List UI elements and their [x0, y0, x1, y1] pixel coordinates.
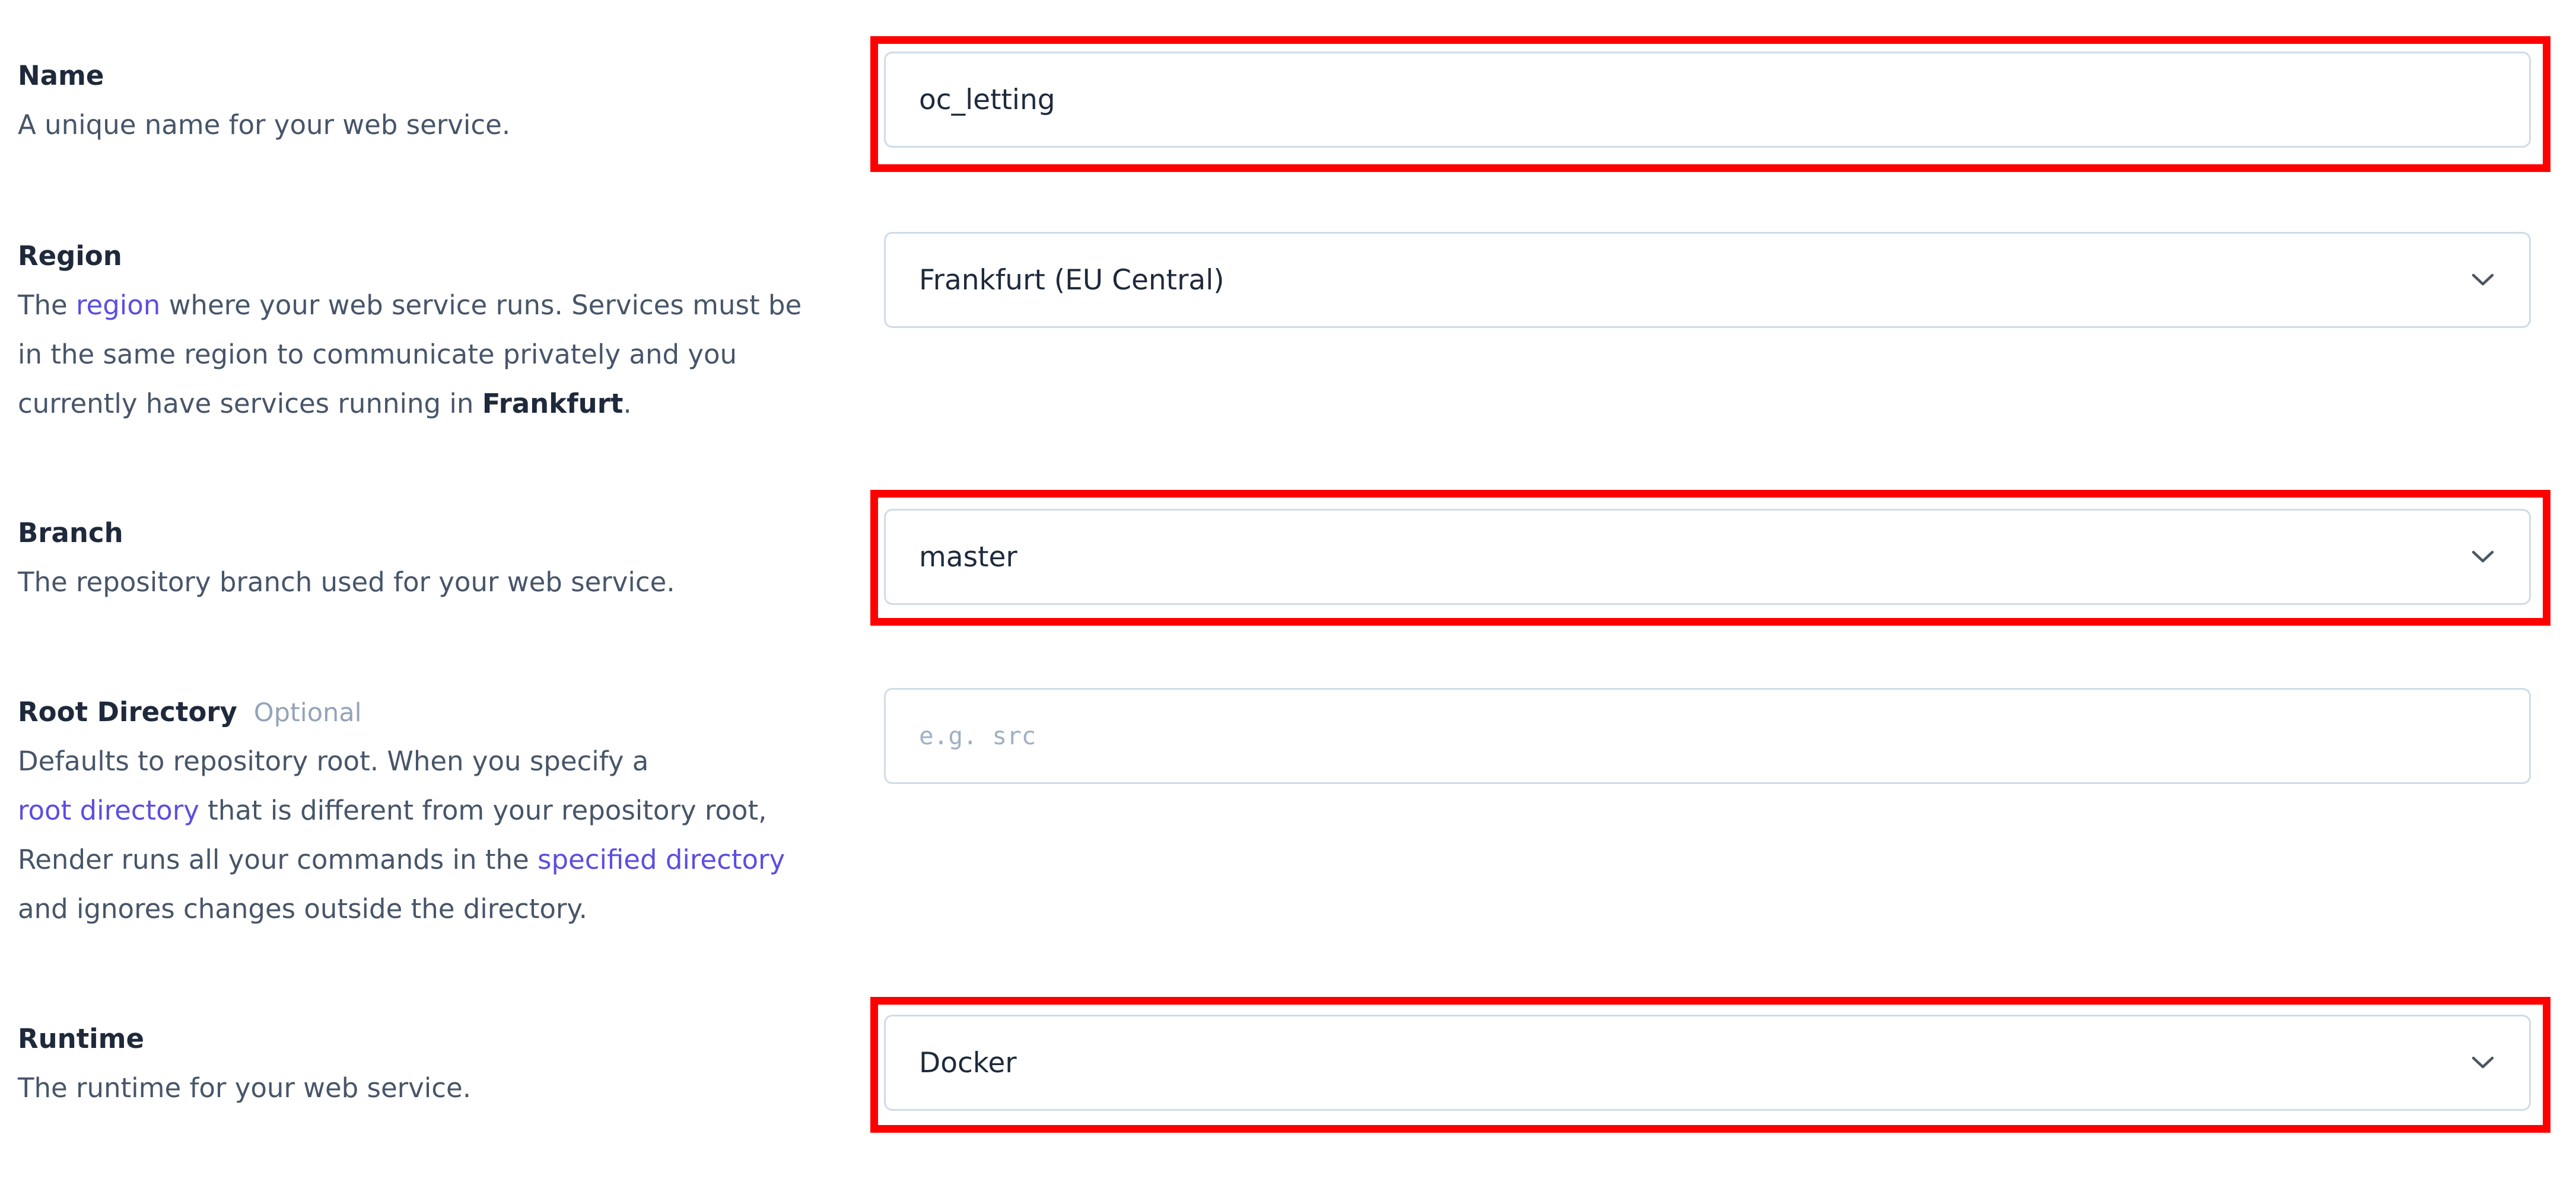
branch-selected-value: master [919, 540, 1017, 573]
chevron-down-icon [2470, 267, 2496, 293]
root-directory-description-line-4: and ignores changes outside the director… [18, 893, 587, 925]
region-description-line-2: in the same region to communicate privat… [18, 339, 737, 370]
specified-directory-link[interactable]: specified directory [538, 844, 785, 875]
region-desc-line3-suffix: . [623, 388, 632, 419]
root-directory-description-line-3: Render runs all your commands in the spe… [18, 835, 813, 884]
root-directory-description-line-1: Defaults to repository root. When you sp… [18, 745, 649, 777]
region-desc-rest: where your web service runs. Services mu… [160, 289, 802, 321]
region-desc-line3-prefix: currently have services running in [18, 388, 482, 419]
region-description-line-1: The region where your web service runs. … [18, 281, 813, 330]
runtime-title: Runtime [18, 1023, 145, 1054]
root-directory-title-text: Root Directory [18, 696, 237, 728]
name-label-group: Name A unique name for your web service. [18, 52, 813, 149]
chevron-down-icon [2470, 1050, 2496, 1076]
region-current-name: Frankfurt [482, 388, 624, 419]
branch-title: Branch [18, 517, 123, 549]
region-link[interactable]: region [76, 289, 160, 321]
name-input[interactable] [884, 52, 2531, 148]
region-select[interactable]: Frankfurt (EU Central) [884, 232, 2531, 328]
name-description: A unique name for your web service. [18, 109, 511, 141]
root-directory-desc-line3-prefix: Render runs all your commands in the [18, 844, 538, 875]
chevron-down-icon [2470, 544, 2496, 570]
root-directory-desc-line2-rest: that is different from your repository r… [199, 795, 767, 826]
region-selected-value: Frankfurt (EU Central) [919, 263, 1225, 297]
branch-label-group: Branch The repository branch used for yo… [18, 509, 813, 607]
runtime-label-group: Runtime The runtime for your web service… [18, 1015, 813, 1113]
root-directory-input-field[interactable] [919, 722, 2496, 750]
root-directory-title: Root Directory Optional [18, 688, 813, 737]
runtime-description: The runtime for your web service. [18, 1072, 472, 1104]
root-directory-input[interactable] [884, 688, 2531, 784]
region-desc-prefix: The [18, 289, 76, 321]
branch-description: The repository branch used for your web … [18, 566, 675, 598]
runtime-select[interactable]: Docker [884, 1015, 2531, 1111]
region-title: Region [18, 240, 122, 272]
branch-select[interactable]: master [884, 509, 2531, 605]
region-description-line-3: currently have services running in Frank… [18, 379, 813, 428]
name-title: Name [18, 60, 104, 91]
region-label-group: Region The region where your web service… [18, 232, 813, 428]
root-directory-link[interactable]: root directory [18, 795, 199, 826]
root-directory-label-group: Root Directory Optional Defaults to repos… [18, 688, 813, 933]
root-directory-description-line-2: root directory that is different from yo… [18, 786, 813, 835]
optional-badge: Optional [253, 698, 362, 728]
name-input-field[interactable] [919, 83, 2496, 116]
runtime-selected-value: Docker [919, 1046, 1017, 1079]
